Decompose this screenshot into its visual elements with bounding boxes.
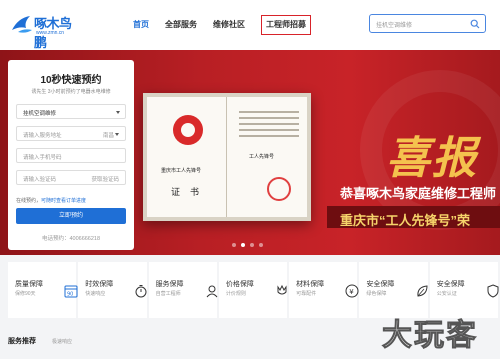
svg-text:90: 90 [67,292,73,298]
carousel-dot[interactable] [250,243,254,247]
hotline: 电话预约：4006666218 [41,236,101,242]
section-title-recommend: 服务推荐 [8,338,36,345]
carousel-dot[interactable] [232,243,236,247]
section-subtitle-recommend: 极速响应 [52,339,73,345]
nav-engineer-recruit[interactable]: 工程师招募 [261,15,311,35]
union-emblem-icon [173,115,203,145]
feature-title: 价格保障 [225,281,254,288]
feature-title: 质量保障 [15,281,43,288]
banner-line-1: 恭喜啄木鸟家庭维修工程师 [340,186,497,201]
red-seal-icon [267,177,291,201]
nav-all-services[interactable]: 全部服务 [165,15,197,35]
code-placeholder: 请输入验证码 [23,177,57,183]
certificate-word: 证书 [171,187,210,197]
feature-title: 服务保障 [155,281,184,288]
code-field[interactable]: 请输入验证码 获取验证码 [16,170,126,185]
service-select[interactable]: 挂机空调维修 [16,104,126,119]
top-header: 啄木鸟鹏 www.zmn.cn 首页 全部服务 维修社区 工程师招募 挂机空调维… [0,0,500,50]
booking-card: 10秒快速预约 诱先生 3小时前预约了电器水电维修 挂机空调维修 请输入服务地址… [8,60,134,250]
leaf-icon [417,285,428,297]
shield-icon [487,284,499,298]
phone-field[interactable]: 请输入手机号码 [16,148,126,163]
feature-title: 安全保障 [366,281,395,288]
booking-recent-activity: 诱先生 3小时前预约了电器水电维修 [31,89,111,95]
certificate-text-lines [239,111,299,141]
feature-sub: 绿色保障 [366,291,387,297]
booking-note-prefix: 在线预约， [16,198,42,204]
calendar-90-icon: 90 [64,285,78,298]
get-code-button[interactable]: 获取验证码 [91,175,119,183]
tulip-icon [277,284,287,295]
city-select[interactable]: 南昌 [103,131,114,139]
carousel-dot[interactable] [259,243,263,247]
feature-sub: 计价规则 [225,291,246,297]
phone-placeholder: 请输入手机号码 [23,155,62,161]
main-nav: 首页 全部服务 维修社区 工程师招募 [133,15,327,35]
feature-sub: 保修90天 [15,291,36,297]
feature-service[interactable]: 服务保障 自营工程师 [148,262,217,318]
svg-text:¥: ¥ [349,288,354,296]
feature-sub: 公安认证 [436,291,457,297]
banner-headline: 喜报 [386,133,478,184]
feature-quality[interactable]: 质量保障 保修90天 90 [8,262,78,318]
chevron-down-icon [116,111,120,114]
watermark-text: 大玩客 [382,319,478,353]
address-placeholder: 请输入服务地址 [23,133,62,139]
feature-sub: 可靠配件 [296,291,317,297]
feature-material[interactable]: 材料保障 可靠配件 ¥ [289,262,359,318]
feature-sub: 自营工程师 [155,291,181,297]
yen-circle-icon: ¥ [345,284,359,298]
certificate-title: 工人先锋号 [249,154,275,160]
feature-title: 材料保障 [296,281,325,288]
booking-note: 在线预约，可随时查看订单进度 [16,197,86,204]
logo-url: www.zmn.cn [36,30,65,36]
submit-booking-button[interactable]: 立即预约 [16,208,126,224]
stopwatch-icon [135,285,147,298]
certificate-cover: 重庆市工人先锋号 证书 [147,97,227,217]
search-icon[interactable] [470,19,480,29]
search-placeholder: 挂机空调维修 [376,23,413,29]
woodpecker-logo-icon [12,16,32,33]
address-field[interactable]: 请输入服务地址 南昌 [16,126,126,141]
search-input[interactable]: 挂机空调维修 [369,14,486,33]
chevron-down-icon [115,133,119,136]
watermark: 大玩客 [382,310,492,356]
feature-sub: 快速响应 [85,291,106,297]
nav-repair-community[interactable]: 维修社区 [213,15,245,35]
service-select-value: 挂机空调维修 [23,111,57,117]
certificate-image: 重庆市工人先锋号 证书 工人先锋号 [143,93,311,221]
feature-title: 时效保障 [85,281,114,288]
feature-title: 安全保障 [436,281,465,288]
booking-title: 10秒快速预约 [40,75,102,86]
site-logo[interactable]: 啄木鸟鹏 www.zmn.cn [10,10,82,50]
certificate-caption: 重庆市工人先锋号 [161,168,202,174]
feature-price[interactable]: 价格保障 计价规则 [218,262,288,318]
order-progress-link[interactable]: 可随时查看订单进度 [41,198,86,204]
carousel-dots [232,243,268,247]
person-icon [206,285,217,298]
nav-home[interactable]: 首页 [133,15,149,35]
feature-timeliness[interactable]: 时效保障 快速响应 [78,262,147,318]
carousel-dot-active[interactable] [241,243,245,247]
certificate-page: 工人先锋号 [227,97,307,217]
banner-line-2: 重庆市“工人先锋号”荣 [340,213,471,228]
